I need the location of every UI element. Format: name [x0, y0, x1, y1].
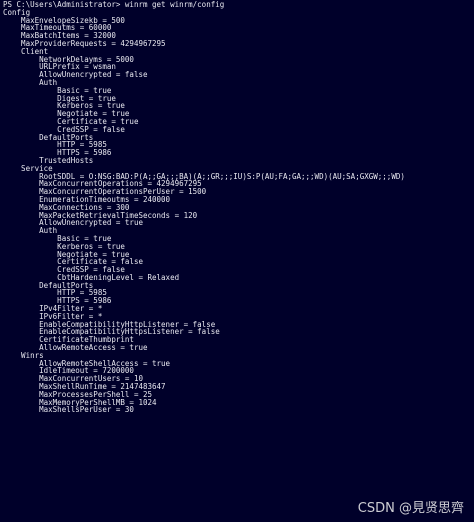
output-line: AllowRemoteAccess = true: [3, 343, 148, 353]
output-line: AllowUnencrypted = false: [3, 70, 148, 80]
console-output: PS C:\Users\Administrator> winrm get win…: [3, 1, 472, 414]
output-line: MaxProviderRequests = 4294967295: [3, 38, 166, 48]
output-line: TrustedHosts: [3, 155, 94, 165]
output-line: AllowUnencrypted = true: [3, 218, 143, 228]
prompt-line: PS C:\Users\Administrator> winrm get win…: [3, 0, 225, 9]
powershell-console[interactable]: PS C:\Users\Administrator> winrm get win…: [0, 0, 474, 522]
output-line: MaxShellsPerUser = 30: [3, 405, 134, 415]
csdn-watermark: CSDN @見贤思齊: [357, 501, 464, 516]
